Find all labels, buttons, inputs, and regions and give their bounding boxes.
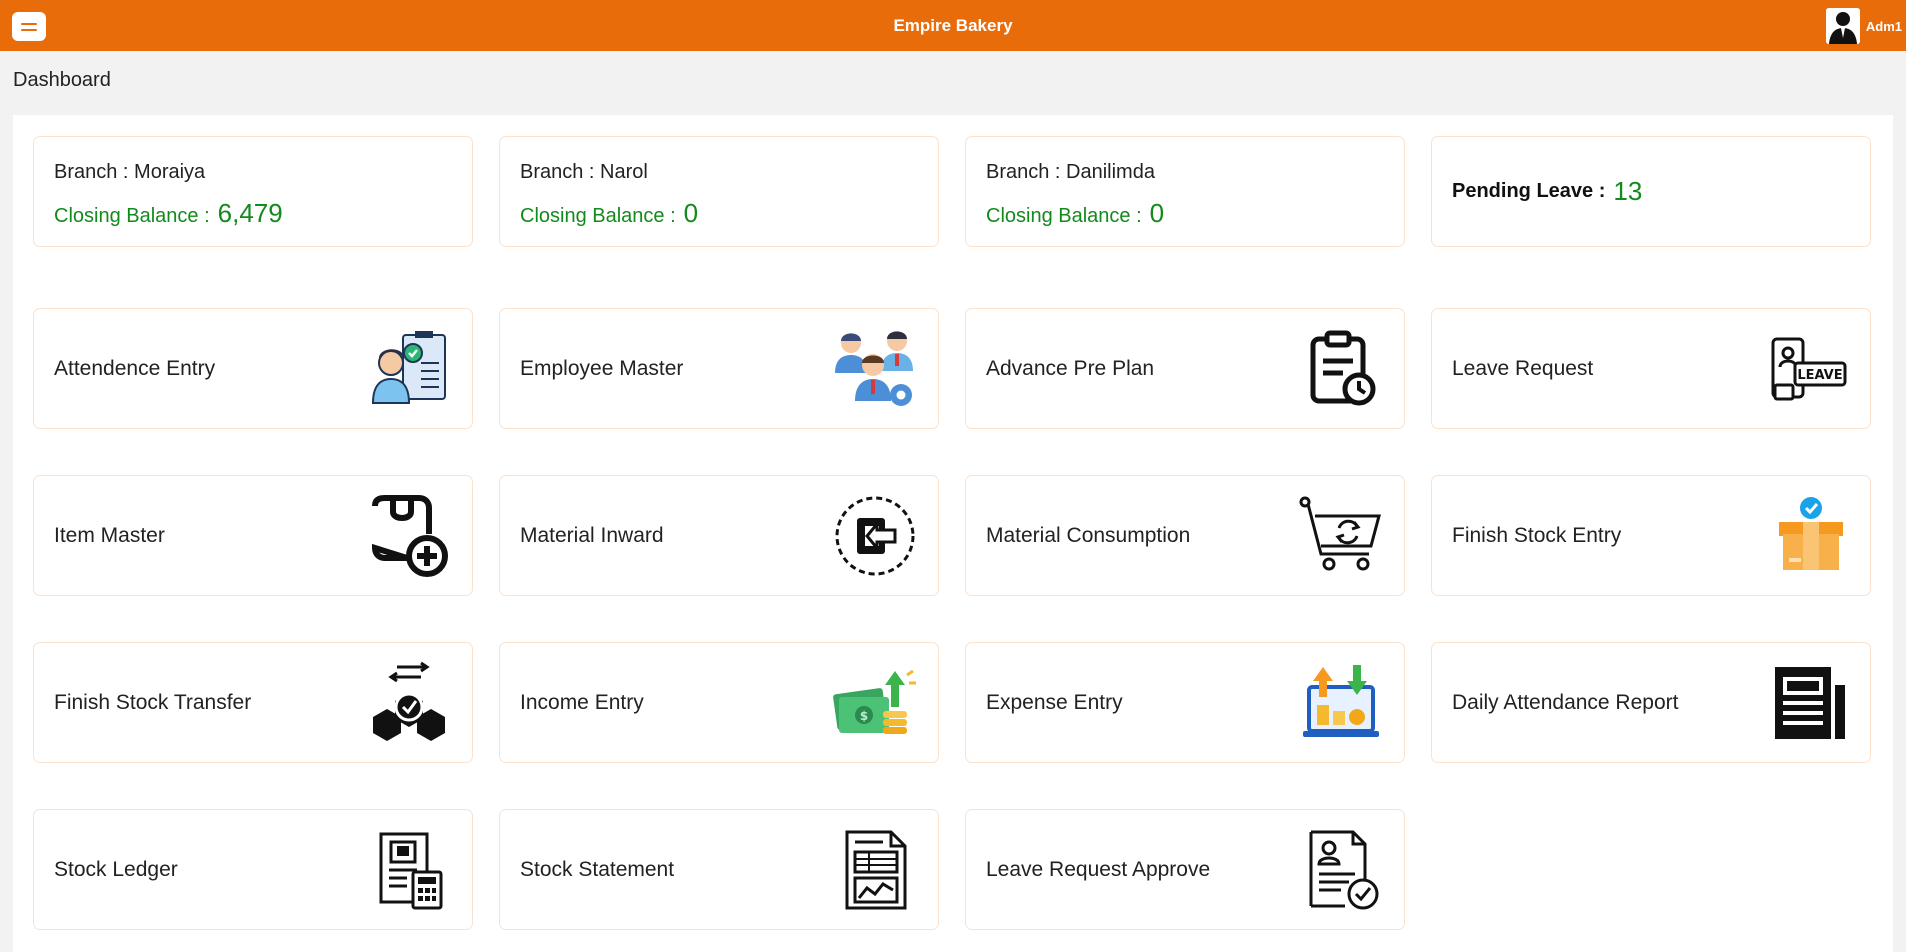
tile-employee-master[interactable]: Employee Master <box>499 308 939 429</box>
money-up-icon: $ <box>832 660 918 746</box>
branch-card-moraiya: Branch : Moraiya Closing Balance : 6,479 <box>33 136 473 247</box>
closing-balance-value: 0 <box>1149 198 1165 228</box>
tile-material-inward[interactable]: Material Inward <box>499 475 939 596</box>
tile-label: Finish Stock Transfer <box>54 690 252 714</box>
user-menu[interactable]: Adm1 <box>1825 8 1902 44</box>
svg-text:LEAVE: LEAVE <box>1797 368 1842 383</box>
pending-leave-value: 13 <box>1613 176 1643 206</box>
branch-name: Branch : Moraiya <box>54 161 206 183</box>
box-check-icon <box>1764 493 1850 579</box>
tile-label: Material Consumption <box>986 523 1191 547</box>
dashboard-panel: Branch : Moraiya Closing Balance : 6,479… <box>13 115 1893 952</box>
tile-label: Expense Entry <box>986 690 1123 714</box>
branch-card-narol: Branch : Narol Closing Balance : 0 <box>499 136 939 247</box>
closing-balance: Closing Balance : 6,479 <box>54 198 452 229</box>
tile-finish-stock-transfer[interactable]: Finish Stock Transfer <box>33 642 473 763</box>
branch-name: Branch : Narol <box>520 161 648 183</box>
item-add-icon <box>366 493 452 579</box>
tile-label: Leave Request Approve <box>986 857 1211 881</box>
tile-label: Stock Ledger <box>54 857 178 881</box>
menu-button[interactable] <box>12 12 46 41</box>
top-bar: Empire Bakery Adm1 <box>0 0 1906 51</box>
tile-label: Stock Statement <box>520 857 675 881</box>
report-document-icon <box>1764 660 1850 746</box>
tile-finish-stock-entry[interactable]: Finish Stock Entry <box>1431 475 1871 596</box>
boxes-transfer-icon <box>366 660 452 746</box>
tile-label: Income Entry <box>520 690 644 714</box>
pending-leave-label: Pending Leave : <box>1452 180 1606 202</box>
tile-label: Leave Request <box>1452 356 1594 380</box>
tile-attendence-entry[interactable]: Attendence Entry <box>33 308 473 429</box>
hamburger-icon <box>21 22 37 25</box>
app-title: Empire Bakery <box>893 15 1013 35</box>
tile-expense-entry[interactable]: Expense Entry <box>965 642 1405 763</box>
tile-stock-ledger[interactable]: Stock Ledger <box>33 809 473 930</box>
tile-material-consumption[interactable]: Material Consumption <box>965 475 1405 596</box>
clipboard-clock-icon <box>1298 326 1384 412</box>
attendance-clipboard-icon <box>366 326 452 412</box>
svg-text:$: $ <box>860 709 868 723</box>
branch-name: Branch : Danilimda <box>986 161 1155 183</box>
inward-arrow-icon <box>832 493 918 579</box>
approve-document-icon <box>1298 827 1384 913</box>
pending-leave-card: Pending Leave : 13 <box>1431 136 1871 247</box>
closing-balance-label: Closing Balance : <box>520 205 676 227</box>
tile-label: Employee Master <box>520 356 684 380</box>
tile-stock-statement[interactable]: Stock Statement <box>499 809 939 930</box>
employee-group-icon <box>832 326 918 412</box>
laptop-coins-icon <box>1298 660 1384 746</box>
ledger-calculator-icon <box>366 827 452 913</box>
avatar <box>1825 8 1860 44</box>
user-avatar-icon <box>1825 8 1860 44</box>
tile-advance-pre-plan[interactable]: Advance Pre Plan <box>965 308 1405 429</box>
branch-card-danilimda: Branch : Danilimda Closing Balance : 0 <box>965 136 1405 247</box>
closing-balance: Closing Balance : 0 <box>520 198 918 229</box>
statement-chart-icon <box>832 827 918 913</box>
tile-label: Daily Attendance Report <box>1452 690 1679 714</box>
closing-balance-label: Closing Balance : <box>986 205 1142 227</box>
cart-recycle-icon <box>1298 493 1384 579</box>
page-title: Dashboard <box>13 69 111 91</box>
tile-leave-request-approve[interactable]: Leave Request Approve <box>965 809 1405 930</box>
tile-leave-request[interactable]: Leave Request LEAVE <box>1431 308 1871 429</box>
tile-label: Finish Stock Entry <box>1452 523 1622 547</box>
tile-label: Advance Pre Plan <box>986 356 1155 380</box>
tile-daily-attendance-report[interactable]: Daily Attendance Report <box>1431 642 1871 763</box>
tile-label: Item Master <box>54 523 165 547</box>
leave-card-icon: LEAVE <box>1764 326 1850 412</box>
tile-label: Material Inward <box>520 523 664 547</box>
closing-balance-value: 6,479 <box>217 198 283 228</box>
tile-label: Attendence Entry <box>54 356 216 380</box>
closing-balance: Closing Balance : 0 <box>986 198 1384 229</box>
closing-balance-label: Closing Balance : <box>54 205 210 227</box>
closing-balance-value: 0 <box>683 198 699 228</box>
tile-item-master[interactable]: Item Master <box>33 475 473 596</box>
tile-income-entry[interactable]: Income Entry $ <box>499 642 939 763</box>
user-name: Adm1 <box>1865 18 1902 34</box>
